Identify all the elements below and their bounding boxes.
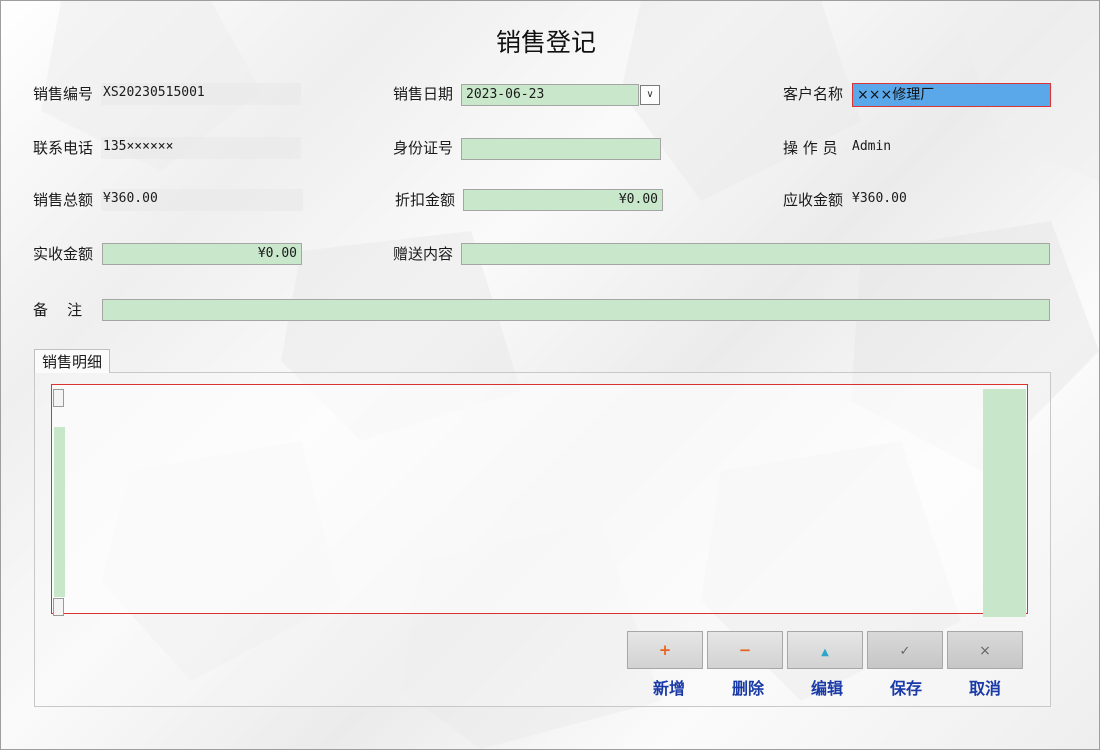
id-no-input[interactable]: [461, 138, 661, 160]
triangle-up-icon: ▲: [821, 647, 829, 658]
add-button[interactable]: +: [627, 631, 703, 669]
save-button[interactable]: ✓: [867, 631, 943, 669]
total-label: 销售总额: [33, 191, 94, 209]
discount-input[interactable]: ¥0.00: [463, 189, 663, 211]
sale-no-value: XS20230515001: [101, 83, 301, 105]
chevron-down-icon: ∨: [646, 89, 654, 100]
edit-button[interactable]: ▲: [787, 631, 863, 669]
sale-date-label: 销售日期: [393, 85, 454, 103]
id-no-label: 身份证号: [393, 139, 454, 157]
close-icon: ×: [979, 643, 991, 659]
operator-label: 操 作 员: [783, 139, 838, 157]
cancel-button[interactable]: ×: [947, 631, 1023, 669]
phone-label: 联系电话: [33, 139, 94, 157]
delete-button[interactable]: −: [707, 631, 783, 669]
sale-date-input[interactable]: 2023-06-23: [461, 84, 639, 106]
grid-scrollbar[interactable]: [983, 389, 1026, 617]
page-title: 销售登记: [495, 28, 596, 57]
customer-input[interactable]: ×××修理厂: [852, 83, 1051, 107]
grid-row-header-bottom[interactable]: [53, 598, 64, 616]
save-button-label[interactable]: 保存: [868, 675, 944, 699]
minus-icon: −: [738, 641, 752, 659]
tab-sales-detail[interactable]: 销售明细: [34, 349, 110, 373]
gift-label: 赠送内容: [393, 245, 454, 263]
cancel-button-label[interactable]: 取消: [947, 675, 1023, 699]
plus-icon: +: [658, 641, 672, 659]
receivable-value: ¥360.00: [852, 191, 907, 206]
grid-row-header-top[interactable]: [53, 389, 64, 407]
sale-no-label: 销售编号: [33, 85, 94, 103]
total-value: ¥360.00: [101, 189, 303, 211]
receivable-label: 应收金额: [783, 191, 844, 209]
received-label: 实收金额: [33, 245, 94, 263]
delete-button-label[interactable]: 删除: [710, 675, 786, 699]
gift-input[interactable]: [461, 243, 1050, 265]
window-frame: 销售登记 销售编号 XS20230515001 销售日期 2023-06-23 …: [0, 0, 1100, 750]
remark-label: 备 注: [33, 301, 83, 319]
phone-value: 135××××××: [101, 137, 301, 159]
discount-label: 折扣金额: [395, 191, 456, 209]
customer-label: 客户名称: [783, 85, 844, 103]
received-input[interactable]: ¥0.00: [102, 243, 302, 265]
operator-value: Admin: [852, 139, 892, 154]
detail-grid[interactable]: [51, 384, 1028, 614]
remark-input[interactable]: [102, 299, 1050, 321]
check-icon: ✓: [899, 644, 911, 659]
edit-button-label[interactable]: 编辑: [789, 675, 865, 699]
date-dropdown-button[interactable]: ∨: [640, 85, 660, 105]
add-button-label[interactable]: 新增: [631, 675, 707, 699]
grid-row-indicator: [54, 427, 65, 597]
